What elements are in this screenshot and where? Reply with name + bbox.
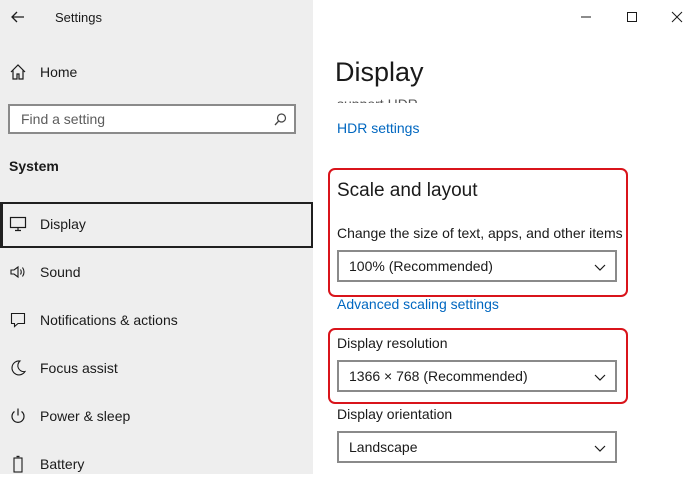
sidebar-item-sound[interactable]: Sound [0, 251, 313, 295]
sidebar-item-home[interactable]: Home [0, 51, 313, 95]
hdr-description-text: support HDR. [337, 92, 422, 103]
chevron-down-icon [594, 264, 606, 271]
chevron-down-icon [594, 374, 606, 381]
battery-icon [9, 455, 27, 473]
speaker-icon [9, 263, 27, 281]
sidebar-item-display[interactable]: Display [0, 202, 313, 248]
sidebar-item-notifications[interactable]: Notifications & actions [0, 299, 313, 343]
sidebar-item-label: Battery [40, 456, 85, 472]
chevron-down-icon [594, 445, 606, 452]
section-label: System [9, 158, 59, 174]
orientation-dropdown[interactable]: Landscape [337, 431, 617, 463]
power-icon [9, 407, 27, 425]
home-icon [9, 63, 27, 81]
advanced-scaling-link[interactable]: Advanced scaling settings [337, 296, 499, 312]
sidebar-item-label: Sound [40, 264, 81, 280]
sidebar-item-label: Notifications & actions [40, 312, 178, 328]
main-content: Display support HDR. HDR settings Scale … [313, 0, 692, 474]
app-title: Settings [55, 10, 102, 25]
minimize-icon [581, 16, 591, 18]
sidebar-item-label: Home [40, 64, 78, 80]
sidebar-item-label: Display [40, 216, 86, 232]
maximize-icon [627, 12, 637, 22]
sidebar-item-battery[interactable]: Battery [0, 443, 313, 487]
orientation-dropdown-value: Landscape [349, 439, 418, 455]
minimize-button[interactable] [563, 0, 609, 34]
resolution-dropdown[interactable]: 1366 × 768 (Recommended) [337, 360, 617, 392]
maximize-button[interactable] [609, 0, 655, 34]
page-title: Display [335, 57, 424, 87]
sidebar-item-label: Power & sleep [40, 408, 131, 424]
close-icon [671, 11, 683, 23]
back-button[interactable] [0, 0, 36, 34]
scale-layout-heading: Scale and layout [337, 180, 478, 201]
sidebar-item-power-sleep[interactable]: Power & sleep [0, 395, 313, 439]
sidebar: Settings Home System Display [0, 0, 313, 474]
search-box[interactable] [8, 104, 296, 134]
moon-icon [9, 359, 27, 377]
monitor-icon [9, 215, 27, 233]
orientation-label: Display orientation [337, 406, 453, 422]
back-arrow-icon [11, 11, 24, 23]
close-button[interactable] [654, 0, 692, 34]
scale-dropdown-value: 100% (Recommended) [349, 258, 493, 274]
notification-icon [9, 311, 27, 329]
resolution-label: Display resolution [337, 335, 448, 351]
scale-dropdown[interactable]: 100% (Recommended) [337, 250, 617, 282]
sidebar-item-focus-assist[interactable]: Focus assist [0, 347, 313, 391]
search-input[interactable] [10, 106, 271, 132]
search-icon[interactable] [272, 112, 288, 128]
sidebar-item-label: Focus assist [40, 360, 118, 376]
hdr-settings-link[interactable]: HDR settings [337, 120, 419, 136]
resolution-dropdown-value: 1366 × 768 (Recommended) [349, 368, 528, 384]
scale-label: Change the size of text, apps, and other… [337, 225, 623, 241]
